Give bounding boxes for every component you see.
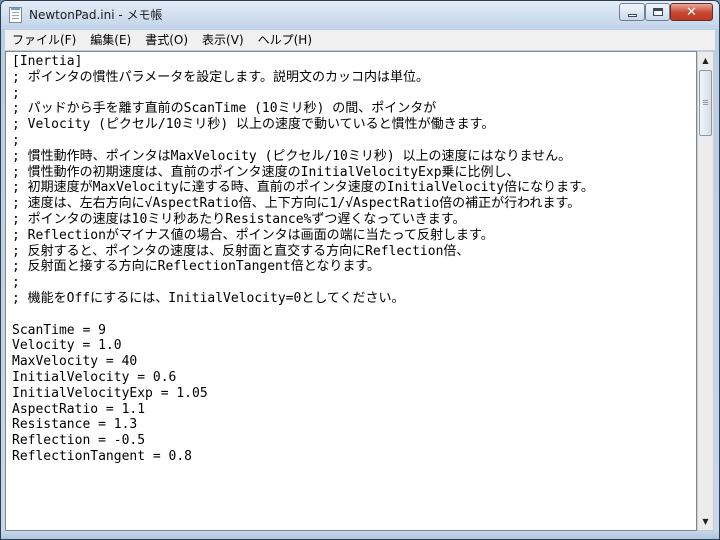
menu-edit[interactable]: 編集(E) (83, 30, 138, 50)
text-line: ; 速度は、左右方向に√AspectRatio倍、上下方向に1/√AspectR… (12, 196, 581, 212)
text-line: ; (12, 85, 20, 101)
text-line: ; パッドから手を離す直前のScanTime (10ミリ秒) の間、ポインタが (12, 101, 437, 117)
vertical-scrollbar[interactable]: ▲ ▼ (697, 51, 714, 531)
maximize-icon (652, 8, 663, 16)
text-line: ; ポインタの速度は10ミリ秒あたりResistance%ずつ遅くなっていきます… (12, 211, 466, 227)
scroll-down-button[interactable]: ▼ (698, 513, 713, 530)
text-line: ; 初期速度がMaxVelocityに達する時、直前のポインタ速度のInitia… (12, 180, 594, 196)
notepad-icon[interactable] (9, 7, 22, 23)
menu-format[interactable]: 書式(O) (138, 30, 195, 50)
menu-bar: ファイル(F) 編集(E) 書式(O) 表示(V) ヘルプ(H) (5, 30, 715, 50)
menu-file[interactable]: ファイル(F) (5, 30, 83, 50)
text-line: ; 反射すると、ポインタの速度は、反射面と直交する方向にReflection倍、 (12, 243, 470, 259)
text-line: ; 慣性動作時、ポインタはMaxVelocity (ピクセル/10ミリ秒) 以上… (12, 148, 572, 164)
title-bar[interactable]: NewtonPad.ini - メモ帳 ✕ (1, 1, 719, 29)
text-line: ReflectionTangent = 0.8 (12, 448, 193, 464)
text-line: ScanTime = 9 (12, 322, 106, 338)
text-line: ; 反射面と接する方向にReflectionTangent倍となります。 (12, 259, 381, 275)
arrow-down-icon: ▼ (702, 517, 709, 526)
menu-view[interactable]: 表示(V) (195, 30, 251, 50)
text-line: Velocity = 1.0 (12, 338, 122, 354)
notepad-window: NewtonPad.ini - メモ帳 ✕ ファイル(F) 編集(E) 書式(O… (0, 0, 720, 540)
text-line: InitialVelocity = 0.6 (12, 369, 177, 385)
text-line: Reflection = -0.5 (12, 433, 146, 449)
text-line: ; ポインタの慣性パラメータを設定します。説明文のカッコ内は単位。 (12, 69, 429, 85)
close-icon: ✕ (686, 4, 697, 20)
text-line: InitialVelocityExp = 1.05 (12, 385, 208, 401)
close-button[interactable]: ✕ (670, 3, 713, 21)
text-line: AspectRatio = 1.1 (12, 401, 146, 417)
text-line: ; Reflectionがマイナス値の場合、ポインタは画面の端に当たって反射しま… (12, 227, 494, 243)
maximize-button[interactable] (645, 3, 670, 21)
minimize-icon (627, 13, 637, 17)
text-line: ; 機能をOffにするには、InitialVelocity=0としてください。 (12, 290, 405, 306)
minimize-button[interactable] (619, 3, 645, 21)
window-frame-bottom (1, 531, 719, 539)
text-line: ; (12, 275, 20, 291)
arrow-up-icon: ▲ (702, 56, 709, 65)
text-line: ; Velocity (ピクセル/10ミリ秒) 以上の速度で動いていると慣性が働… (12, 117, 495, 133)
scroll-thumb[interactable] (699, 70, 712, 136)
text-line: ; (12, 132, 20, 148)
text-line: [Inertia] (12, 54, 83, 69)
text-line: ; 慣性動作の初期速度は、直前のポインタ速度のInitialVelocityEx… (12, 164, 520, 180)
text-line (12, 307, 594, 323)
window-title: NewtonPad.ini - メモ帳 (29, 8, 163, 22)
scroll-up-button[interactable]: ▲ (698, 52, 713, 69)
document-text: [Inertia]; ポインタの慣性パラメータを設定します。説明文のカッコ内は単… (12, 54, 594, 465)
menu-help[interactable]: ヘルプ(H) (251, 30, 319, 50)
text-line: MaxVelocity = 40 (12, 354, 138, 370)
text-editor[interactable]: [Inertia]; ポインタの慣性パラメータを設定します。説明文のカッコ内は単… (5, 51, 697, 531)
text-line: Resistance = 1.3 (12, 417, 138, 433)
